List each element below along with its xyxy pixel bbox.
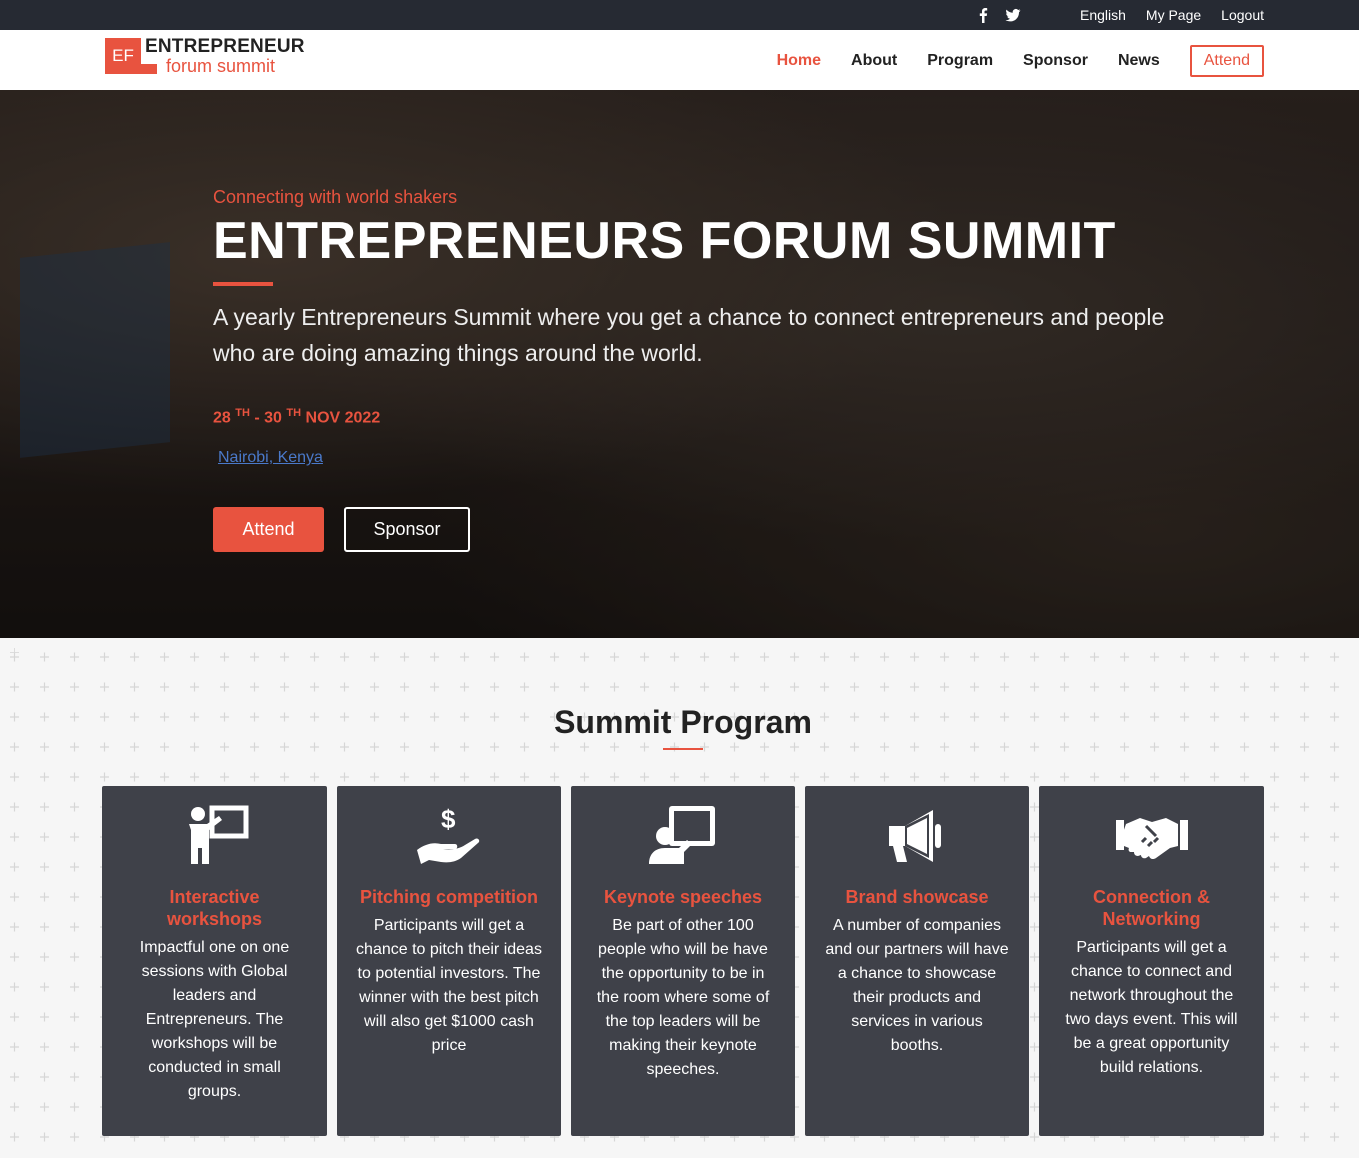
program-card: Keynote speeches Be part of other 100 pe… (571, 786, 795, 1136)
nav-about[interactable]: About (851, 52, 897, 70)
hero-content: Connecting with world shakers ENTREPRENE… (213, 187, 1173, 553)
hero-section: Connecting with world shakers ENTREPRENE… (0, 90, 1359, 638)
top-bar: English My Page Logout (0, 0, 1359, 30)
event-date: 28 TH - 30 TH NOV 2022 (213, 407, 381, 427)
program-card: Connection & Networking Participants wil… (1039, 786, 1264, 1136)
main-navbar: EF ENTREPRENEUR forum summit Home About … (0, 30, 1359, 90)
section-divider (663, 748, 703, 750)
nav-menu: Home About Program Sponsor News Attend (747, 45, 1264, 77)
sponsor-button[interactable]: Sponsor (344, 507, 470, 553)
logout-link[interactable]: Logout (1221, 7, 1264, 23)
social-links (975, 7, 1021, 23)
hero-tagline: Connecting with world shakers (213, 187, 458, 207)
nav-news[interactable]: News (1118, 52, 1160, 70)
svg-text:$: $ (441, 804, 456, 834)
program-card: Interactive workshops Impactful one on o… (102, 786, 327, 1136)
program-cards: Interactive workshops Impactful one on o… (102, 786, 1264, 1136)
program-card: $ Pitching competition Participants will… (337, 786, 561, 1136)
logo-text: ENTREPRENEUR forum summit (145, 36, 305, 76)
summit-program-section: Summit Program Interactive workshops Imp… (0, 638, 1359, 1158)
hand-dollar-icon: $ (417, 804, 480, 864)
twitter-icon[interactable] (1005, 7, 1021, 23)
section-title: Summit Program (554, 704, 812, 740)
utility-links: English My Page Logout (1080, 7, 1264, 23)
event-location-link[interactable]: Nairobi, Kenya (218, 449, 323, 467)
logo[interactable]: EF ENTREPRENEUR forum summit (105, 37, 305, 76)
hero-description: A yearly Entrepreneurs Summit where you … (213, 304, 1165, 366)
nav-home[interactable]: Home (777, 52, 821, 70)
hero-divider (213, 282, 273, 286)
hero-buttons: Attend Sponsor (213, 507, 1173, 553)
presenter-icon (188, 805, 248, 864)
nav-program[interactable]: Program (927, 52, 993, 70)
speaker-board-icon (649, 806, 715, 864)
hero-title: ENTREPRENEURS FORUM SUMMIT (213, 212, 1116, 270)
language-link[interactable]: English (1080, 7, 1126, 23)
attend-button[interactable]: Attend (213, 507, 324, 553)
nav-attend-button[interactable]: Attend (1189, 45, 1264, 77)
megaphone-icon (889, 810, 941, 862)
program-card: Brand showcase A number of companies and… (805, 786, 1029, 1136)
nav-sponsor[interactable]: Sponsor (1023, 52, 1088, 70)
handshake-icon (1115, 818, 1188, 860)
my-page-link[interactable]: My Page (1146, 7, 1201, 23)
facebook-icon[interactable] (975, 7, 991, 23)
